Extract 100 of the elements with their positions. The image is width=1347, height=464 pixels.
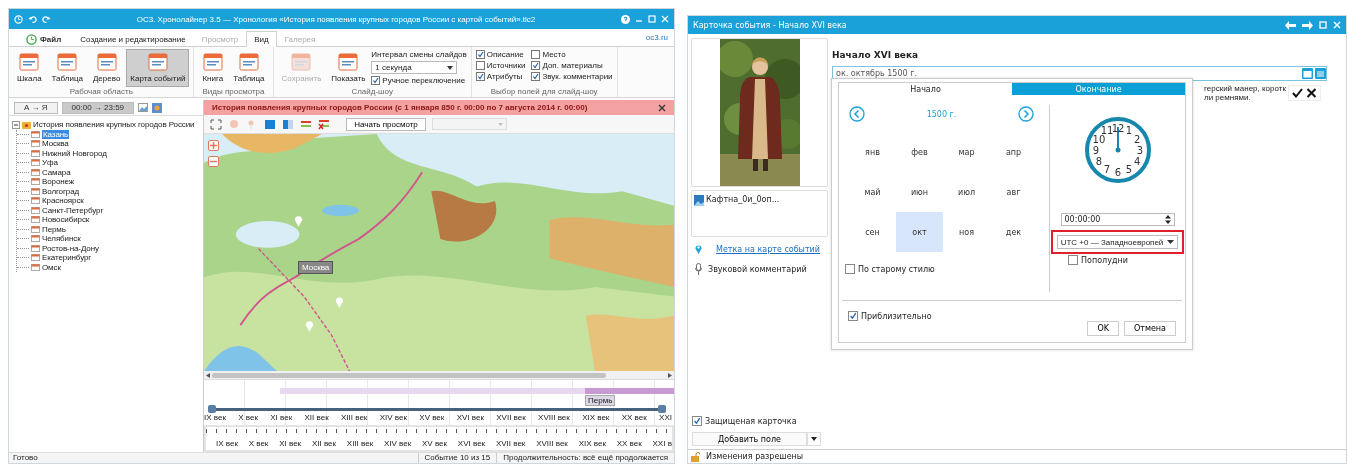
checkbox[interactable] <box>1068 255 1078 265</box>
ribbon-button[interactable]: Показать <box>327 49 370 87</box>
image-icon[interactable] <box>152 102 163 113</box>
scroll-right-icon[interactable] <box>668 372 672 378</box>
checkbox-label: По старому стилю <box>858 264 935 274</box>
panel-icon[interactable] <box>264 118 276 130</box>
timezone-dropdown[interactable]: UTC +0 — Западноевропей <box>1056 235 1179 249</box>
month-cell[interactable]: сен <box>849 212 896 252</box>
previous-icon[interactable] <box>849 106 865 122</box>
zoom-in-button[interactable] <box>208 140 219 151</box>
checkbox[interactable] <box>531 72 541 81</box>
checkbox[interactable] <box>845 264 855 274</box>
file-tab[interactable]: Файл <box>15 31 73 46</box>
clock-icon[interactable] <box>14 14 23 24</box>
month-cell[interactable]: окт <box>896 212 943 252</box>
ribbon-button[interactable]: Книга <box>198 49 228 87</box>
range-handle[interactable] <box>658 405 666 413</box>
ribbon-button[interactable]: Карта событий <box>126 49 190 87</box>
tree-item[interactable]: Волгоград <box>42 186 80 196</box>
tree-item[interactable]: Санкт-Петербург <box>42 205 104 215</box>
month-cell[interactable]: авг <box>990 172 1037 212</box>
close-icon[interactable] <box>658 103 666 112</box>
tree-item[interactable]: Омск <box>42 262 61 272</box>
month-cell[interactable]: фев <box>896 132 943 172</box>
map-link[interactable]: Метка на карте событий <box>716 244 820 254</box>
interval-dropdown[interactable]: 1 секунда <box>371 61 458 74</box>
tree-item[interactable]: Самара <box>42 167 71 177</box>
tree-item[interactable]: Пермь <box>42 224 66 234</box>
close-icon[interactable] <box>1306 88 1317 98</box>
tree-item[interactable]: Воронеж <box>42 177 75 187</box>
delete-layers-icon[interactable] <box>318 118 330 130</box>
month-cell[interactable]: ноя <box>943 212 990 252</box>
checkbox[interactable] <box>475 72 485 81</box>
add-field-button[interactable]: Добавить поле <box>692 432 807 446</box>
ribbon-button[interactable]: Таблица <box>229 49 269 87</box>
time-filter-button[interactable]: 00:00 → 23:59 <box>61 101 135 114</box>
month-cell[interactable]: янв <box>849 132 896 172</box>
tree-item[interactable]: История появления крупных городов России <box>33 120 195 130</box>
next-icon[interactable] <box>1018 106 1034 122</box>
calendar-icon[interactable] <box>1315 68 1326 79</box>
collapse-icon[interactable] <box>12 120 20 129</box>
dialog-button[interactable]: Отмена <box>1123 321 1176 336</box>
scrollbar-thumb[interactable] <box>212 372 606 378</box>
month-cell[interactable]: май <box>849 172 896 212</box>
century-label: XI век <box>279 439 302 449</box>
month-cell[interactable]: июл <box>943 172 990 212</box>
checkbox[interactable] <box>475 50 485 59</box>
site-link[interactable]: oc3.ru <box>645 33 668 42</box>
maximize-icon[interactable] <box>1319 21 1327 29</box>
redo-icon[interactable] <box>42 14 51 24</box>
fit-screen-icon[interactable] <box>210 118 222 130</box>
checkbox[interactable] <box>475 61 485 70</box>
century-label: XII век <box>311 439 336 449</box>
tree-item[interactable]: Нижний Новгород <box>42 148 107 158</box>
month-cell[interactable]: июн <box>896 172 943 212</box>
dialog-button[interactable]: OK <box>1087 321 1119 336</box>
tree-item[interactable]: Новосибирск <box>42 215 90 225</box>
checkbox[interactable] <box>692 416 702 426</box>
month-cell[interactable]: дек <box>990 212 1037 252</box>
back-icon[interactable] <box>1285 20 1296 30</box>
dropdown-button[interactable] <box>807 432 821 446</box>
ribbon-button[interactable]: Дерево <box>88 49 125 87</box>
layers-icon[interactable] <box>300 118 312 130</box>
checkbox[interactable] <box>848 311 858 321</box>
scroll-left-icon[interactable] <box>206 372 210 378</box>
ribbon-button[interactable]: Шкала <box>13 49 46 87</box>
spinner-icon[interactable] <box>1164 215 1171 224</box>
tree-item[interactable]: Красноярск <box>42 196 84 206</box>
zoom-out-button[interactable] <box>208 156 219 167</box>
picture-icon[interactable] <box>138 103 149 112</box>
tree-item[interactable]: Ростов-на-Дону <box>42 243 99 253</box>
checkbox[interactable] <box>531 50 541 59</box>
ribbon-tab[interactable]: Вид <box>246 31 277 47</box>
checkbox[interactable] <box>531 61 541 70</box>
split-panel-icon[interactable] <box>282 118 294 130</box>
tree-item[interactable]: Екатеринбург <box>42 253 92 263</box>
forward-icon[interactable] <box>1302 20 1313 30</box>
folder-icon <box>22 120 31 129</box>
tree-item[interactable]: Москва <box>42 139 69 149</box>
checkbox[interactable] <box>371 76 381 85</box>
start-view-button[interactable]: Начать просмотр <box>346 117 426 131</box>
checkbox-label: Звук. комментарии <box>542 72 613 81</box>
file-name[interactable]: Кафтна_0и_0оп... <box>706 195 780 204</box>
time-field[interactable]: 00:00:00 <box>1060 213 1175 226</box>
check-icon[interactable] <box>1292 88 1303 98</box>
tree-item[interactable]: Уфа <box>42 158 58 168</box>
ribbon-button[interactable]: Таблица <box>47 49 87 87</box>
audio-comment-label[interactable]: Звуковой комментарий <box>708 264 807 274</box>
sort-button[interactable]: А → Я <box>14 101 58 114</box>
month-cell[interactable]: мар <box>943 132 990 172</box>
maximize-icon[interactable] <box>648 15 656 23</box>
range-handle[interactable] <box>208 405 216 413</box>
calendar-icon[interactable] <box>1302 68 1313 79</box>
tree-item[interactable]: Челябинск <box>42 234 81 244</box>
month-cell[interactable]: апр <box>990 132 1037 172</box>
help-icon[interactable] <box>621 14 630 24</box>
time-ruler[interactable]: IX век X век XI век XII век XIII век XIV век XV век XVI век XVII век XVIII век XIX век XX век XXI в <box>206 427 672 450</box>
undo-icon[interactable] <box>28 14 37 24</box>
document-icon <box>338 52 359 72</box>
ribbon-tab[interactable]: Создание и редактирование <box>72 31 194 46</box>
